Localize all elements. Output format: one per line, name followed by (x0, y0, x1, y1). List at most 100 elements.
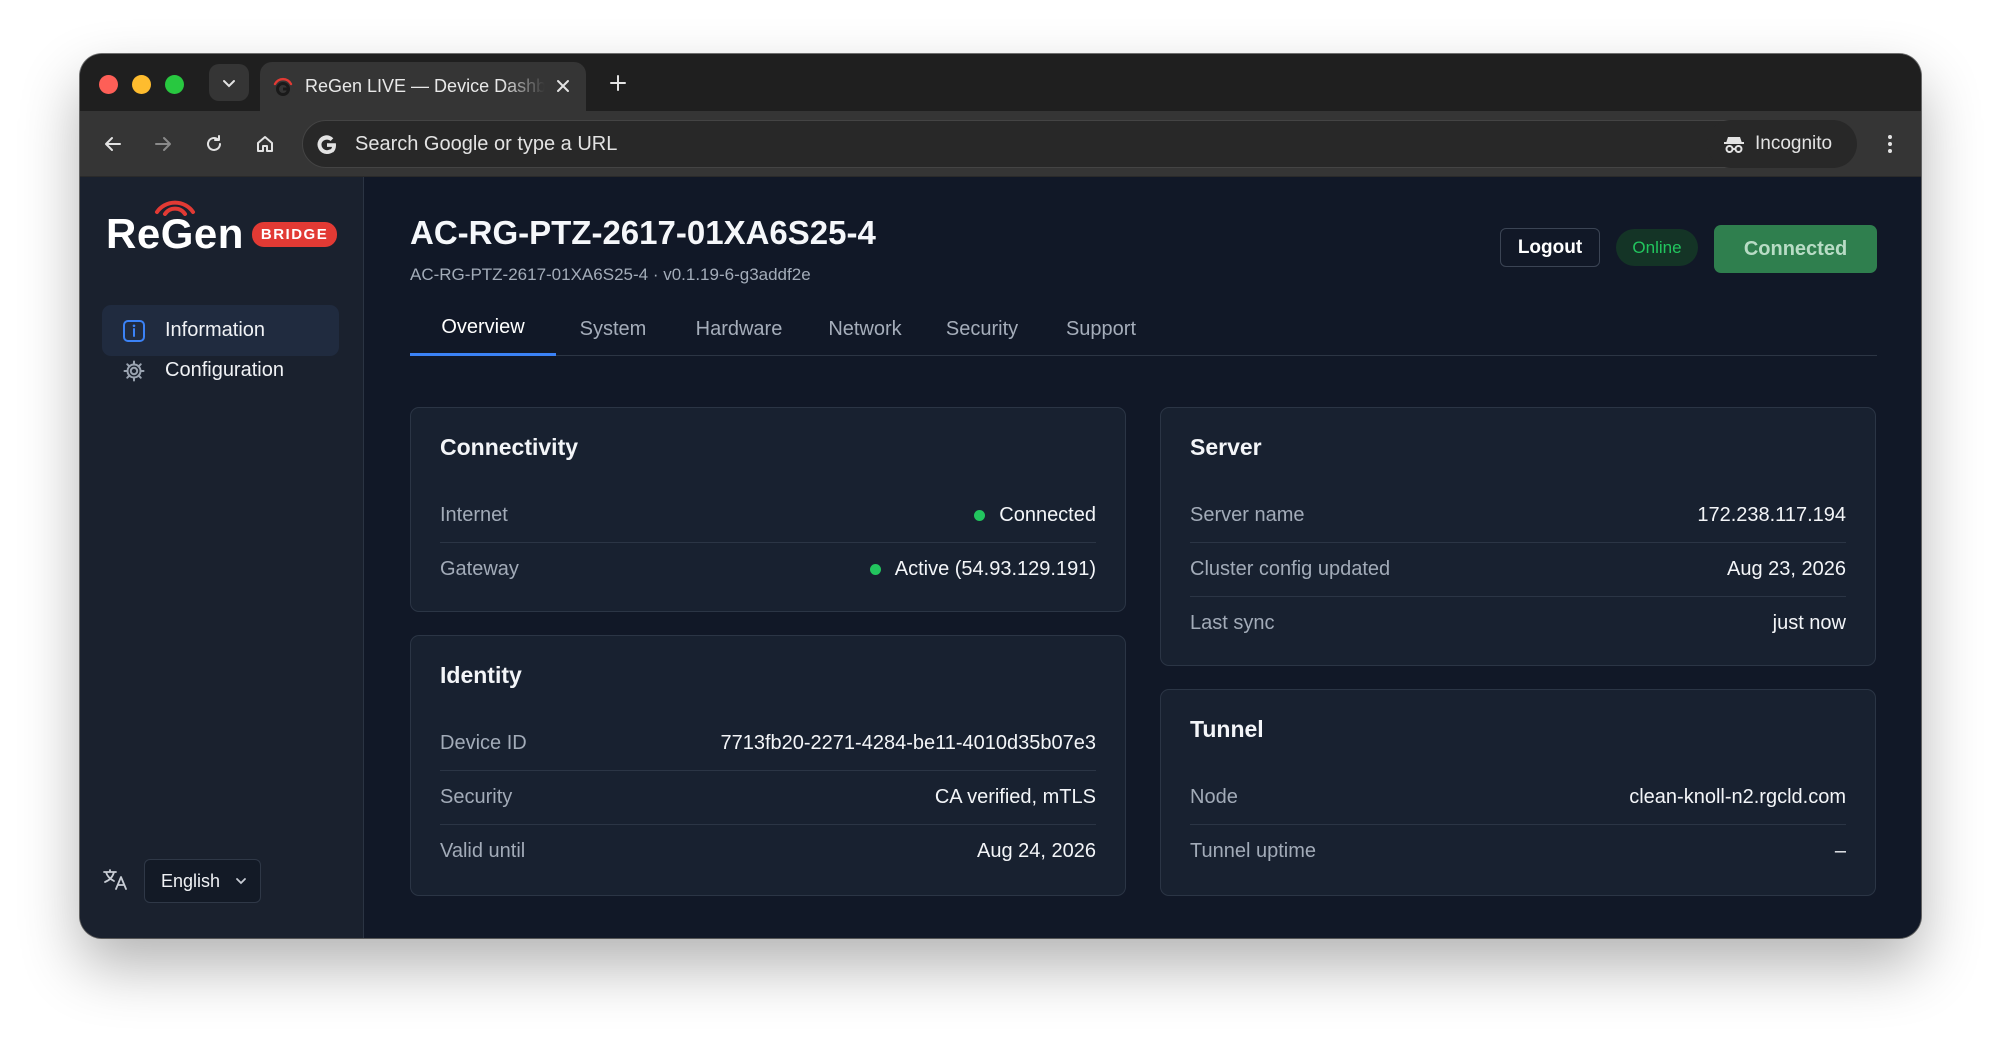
language-value: English (161, 870, 221, 891)
google-icon (317, 135, 336, 155)
row-label: Device ID (440, 731, 527, 754)
info-row: Valid until Aug 24, 2026 (440, 824, 1096, 878)
row-value-wrap: Active (54.93.129.191) (869, 558, 1096, 581)
info-row: Cluster config updated Aug 23, 2026 (1190, 542, 1846, 596)
tab-hardware[interactable]: Hardware (670, 302, 808, 356)
arrow-right-icon (155, 137, 171, 151)
row-value: Aug 23, 2026 (1727, 558, 1846, 580)
server-card: Server Server name 172.238.117.194 Clust… (1160, 407, 1876, 666)
home-button[interactable] (248, 127, 282, 161)
info-row: Node clean-knoll-n2.rgcld.com (1190, 770, 1846, 824)
new-tab-button[interactable] (603, 68, 633, 98)
sidebar: ReGen BRIDGE Information Configuration E… (80, 177, 364, 938)
main-content: AC-RG-PTZ-2617-01XA6S25-4 AC-RG-PTZ-2617… (364, 177, 1921, 938)
incognito-button[interactable]: Incognito (1707, 120, 1857, 168)
gear-icon (122, 359, 146, 383)
status-dot-icon (869, 564, 881, 575)
row-label: Server name (1190, 503, 1305, 526)
connected-button[interactable]: Connected (1714, 225, 1877, 273)
row-value: 7713fb20-2271-4284-be11-4010d35b07e3 (720, 731, 1096, 754)
status-badge: Online (1616, 229, 1698, 266)
language-switcher: English (102, 859, 261, 903)
card-title: Tunnel (1190, 716, 1264, 742)
signal-waves-icon (155, 200, 195, 216)
sidebar-item-label: Configuration (165, 359, 284, 381)
regen-bridge-logo: ReGen BRIDGE (106, 200, 338, 259)
row-value: Aug 24, 2026 (977, 840, 1096, 862)
card-title: Connectivity (440, 434, 579, 460)
tab-network[interactable]: Network (808, 302, 922, 356)
info-icon (122, 319, 146, 343)
row-value: just now (1772, 612, 1846, 634)
more-vertical-icon (1888, 135, 1892, 153)
sidebar-item-configuration[interactable]: Configuration (102, 345, 339, 396)
language-select[interactable]: English (144, 859, 261, 903)
home-icon (257, 136, 273, 152)
row-label: Cluster config updated (1190, 558, 1391, 580)
card-title: Server (1190, 434, 1262, 460)
tab-system[interactable]: System (556, 302, 670, 356)
info-row: Tunnel uptime – (1190, 824, 1846, 878)
reload-icon (207, 135, 221, 151)
tab-support[interactable]: Support (1042, 302, 1160, 356)
logout-button[interactable]: Logout (1500, 228, 1600, 267)
page-subtitle: AC-RG-PTZ-2617-01XA6S25-4 · v0.1.19-6-g3… (410, 265, 811, 284)
minimize-window-button[interactable] (132, 75, 151, 94)
browser-tab[interactable]: ReGen LIVE — Device Dashboard (260, 62, 586, 111)
tab-bar: Overview System Hardware Network Securit… (410, 302, 1877, 356)
tunnel-card: Tunnel Node clean-knoll-n2.rgcld.com Tun… (1160, 689, 1876, 896)
address-placeholder: Search Google or type a URL (355, 133, 618, 155)
logo-text: ReGen (106, 210, 244, 257)
tab-security[interactable]: Security (922, 302, 1042, 356)
card-title: Identity (440, 662, 522, 688)
regen-favicon-icon (273, 77, 293, 96)
info-row: Security CA verified, mTLS (440, 770, 1096, 824)
maximize-window-button[interactable] (165, 75, 184, 94)
row-label: Tunnel uptime (1190, 840, 1316, 862)
back-button[interactable] (96, 127, 130, 161)
arrow-left-icon (105, 137, 121, 151)
translate-icon (102, 867, 128, 896)
plus-icon (610, 75, 626, 91)
incognito-icon (1724, 137, 1744, 153)
tab-overview[interactable]: Overview (410, 302, 556, 356)
row-value: 172.238.117.194 (1697, 503, 1846, 526)
row-label: Security (440, 786, 513, 808)
status-dot-icon (974, 509, 986, 521)
connectivity-card: Connectivity Internet Connected Gateway … (410, 407, 1126, 612)
title-bar: ReGen LIVE — Device Dashboard (80, 54, 1921, 111)
chevron-down-icon (223, 79, 235, 87)
row-value: Active (54.93.129.191) (894, 558, 1096, 580)
tab-search-button[interactable] (209, 64, 249, 101)
sidebar-item-label: Information (165, 319, 266, 341)
row-label: Valid until (440, 840, 526, 862)
browser-toolbar: Search Google or type a URL Incognito (80, 111, 1921, 177)
row-label: Internet (440, 503, 508, 526)
row-value-wrap: Connected (974, 504, 1096, 527)
identity-card: Identity Device ID 7713fb20-2271-4284-be… (410, 635, 1126, 896)
row-label: Last sync (1190, 612, 1275, 634)
address-bar[interactable]: Search Google or type a URL (302, 120, 1774, 168)
page-title: AC-RG-PTZ-2617-01XA6S25-4 (410, 214, 876, 251)
forward-button[interactable] (146, 127, 180, 161)
chevron-down-icon (236, 878, 246, 885)
info-row: Device ID 7713fb20-2271-4284-be11-4010d3… (440, 716, 1096, 770)
row-value: clean-knoll-n2.rgcld.com (1629, 785, 1846, 808)
row-label: Node (1190, 785, 1238, 808)
row-value: Connected (999, 503, 1096, 526)
app-root: ReGen BRIDGE Information Configuration E… (80, 177, 1921, 938)
close-tab-icon[interactable] (552, 75, 574, 97)
info-row: Last sync just now (1190, 596, 1846, 650)
browser-menu-button[interactable] (1880, 129, 1900, 159)
logo-wordmark: ReGen (106, 200, 244, 258)
incognito-label: Incognito (1755, 133, 1833, 154)
info-row: Server name 172.238.117.194 (1190, 488, 1846, 542)
close-window-button[interactable] (99, 75, 118, 94)
logo-badge: BRIDGE (251, 221, 338, 247)
row-value: – (1834, 840, 1846, 862)
tab-title: ReGen LIVE — Device Dashboard (305, 76, 545, 96)
browser-window: ReGen LIVE — Device Dashboard (80, 54, 1921, 938)
row-label: Gateway (440, 558, 519, 580)
reload-button[interactable] (197, 127, 231, 161)
info-row: Internet Connected (440, 488, 1096, 542)
